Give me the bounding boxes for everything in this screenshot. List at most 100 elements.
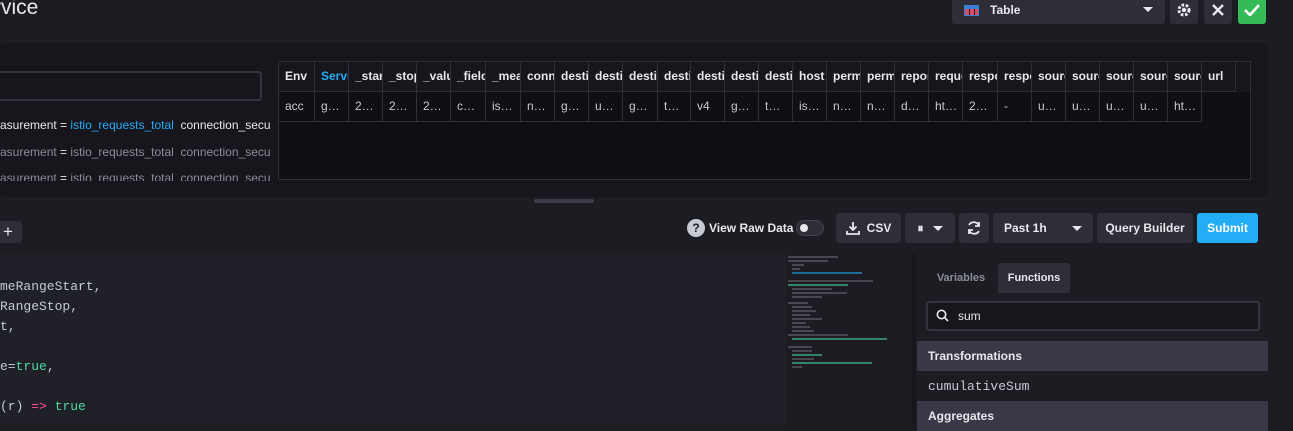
function-item[interactable]: cumulativeSum [928,379,1029,394]
minimap-line [792,322,806,324]
minimap-line [792,330,814,332]
table-cell: d… [895,92,929,122]
series-eq: = [60,171,68,181]
submit-button[interactable]: Submit [1197,213,1258,243]
minimap-line [792,296,822,298]
category-aggregates: Aggregates [917,401,1268,431]
table-cell: t… [658,92,691,122]
time-range-label: Past 1h [1004,221,1047,235]
code-line: e=true, [0,359,55,374]
column-header[interactable]: perm [827,62,861,92]
column-header[interactable]: desti [589,62,623,92]
minimap-line [788,260,828,262]
table-row: acc g… 2… 2… 2… c… is… n… g… u… g… t… v4 g… t… is… n… n… d… [279,92,1250,122]
table-cell: u… [1134,92,1168,122]
minimap-line [792,338,887,340]
table-cell: is… [486,92,521,122]
resize-handle[interactable] [534,199,594,203]
settings-button[interactable] [1170,0,1198,24]
time-range-dropdown[interactable]: Past 1h [993,213,1093,243]
table-cell: n… [521,92,555,122]
column-header[interactable]: _stop [383,62,417,92]
table-cell: t… [759,92,793,122]
column-header[interactable]: url [1202,62,1236,92]
minimap-line [792,306,812,308]
minimap-line [792,264,804,266]
column-header[interactable]: desti [555,62,589,92]
view-raw-toggle[interactable] [796,220,824,236]
help-icon[interactable]: ? [687,219,705,237]
autorefresh-dropdown[interactable]: ⏸ [905,213,955,243]
minimap-line [792,314,810,316]
column-header[interactable]: sourc [1168,62,1202,92]
table-cell: v4 [691,92,725,122]
minimap-line [788,280,873,282]
minimap-line [788,346,812,348]
series-key: asurement [0,118,57,132]
column-header[interactable]: desti [623,62,658,92]
column-header[interactable]: desti [658,62,691,92]
code-line: meRangeStart, [0,279,102,294]
cancel-button[interactable] [1204,0,1232,24]
column-header[interactable]: sourc [1066,62,1100,92]
minimap-line [792,268,800,270]
column-header[interactable]: repor [895,62,929,92]
tab-functions[interactable]: Functions [998,263,1070,293]
function-search-input[interactable]: sum [926,301,1260,331]
column-header[interactable]: Servi [315,62,349,92]
series-item[interactable]: asurement = istio_requests_total connect… [0,171,271,181]
column-header[interactable]: sourc [1134,62,1168,92]
page-title: rvice [0,0,39,19]
visualization-select[interactable]: Table [952,0,1165,24]
code-editor[interactable]: meRangeStart, RangeStop, t, e=true, (r) … [0,254,786,425]
column-header[interactable]: desti [725,62,759,92]
tab-variables[interactable]: Variables [926,263,996,293]
search-icon [936,309,949,322]
table-cell: ht… [1168,92,1202,122]
column-header[interactable]: _valu [417,62,451,92]
table-cell: g… [555,92,589,122]
series-filter-input[interactable] [0,71,262,101]
minimap-line [788,334,848,336]
add-query-button[interactable]: + [0,221,22,243]
minimap-line [788,302,808,304]
table-cell: u… [1066,92,1100,122]
series-list: asurement = istio_requests_total connect… [0,110,272,185]
column-header[interactable]: Env [279,62,315,92]
column-header[interactable]: desti [691,62,725,92]
column-header[interactable]: sourc [1100,62,1134,92]
save-button[interactable] [1238,0,1266,24]
refresh-icon [968,221,980,235]
column-header[interactable]: reque [929,62,963,92]
query-builder-button[interactable]: Query Builder [1097,213,1193,243]
column-header[interactable]: sourc [1032,62,1066,92]
minimap-line [788,284,848,286]
table-cell: 2… [417,92,451,122]
csv-download-button[interactable]: CSV [836,213,901,243]
refresh-button[interactable] [959,213,989,243]
column-header[interactable]: perm [861,62,895,92]
column-header[interactable]: _field [451,62,486,92]
chevron-down-icon [1143,7,1153,12]
minimap-line [792,366,802,368]
code-line: (r) => true [0,399,86,414]
column-header[interactable]: conn [521,62,555,92]
editor-minimap[interactable] [786,254,912,425]
series-item[interactable]: asurement = istio_requests_total connect… [0,145,271,159]
series-next-tag: connection_secu [180,145,271,159]
column-header[interactable]: _mea [486,62,521,92]
column-header[interactable]: respo [998,62,1032,92]
pause-icon: ⏸ [917,220,924,235]
gear-icon [1177,3,1191,17]
column-header[interactable]: _star [349,62,383,92]
column-header[interactable]: desti [759,62,793,92]
series-item[interactable]: asurement = istio_requests_total connect… [0,118,271,132]
minimap-line [788,256,838,258]
minimap-line [792,288,832,290]
column-header[interactable]: respo [963,62,998,92]
minimap-line [792,310,816,312]
column-header[interactable]: host [793,62,827,92]
table-cell: 2… [349,92,383,122]
table-cell: - [998,92,1032,122]
series-eq: = [60,145,68,159]
